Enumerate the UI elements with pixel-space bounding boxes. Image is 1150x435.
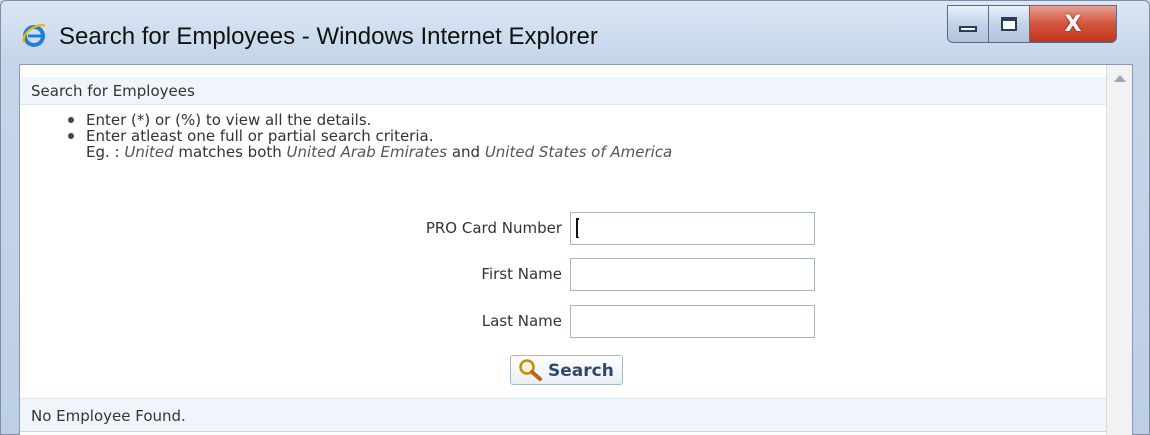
example-match-1: United Arab Emirates	[286, 143, 448, 161]
close-icon: X	[1064, 11, 1082, 37]
vertical-scrollbar[interactable]	[1106, 65, 1132, 435]
last-name-input[interactable]	[570, 305, 815, 338]
internet-explorer-icon	[22, 24, 46, 47]
example-match-2: United States of America	[484, 143, 673, 161]
instruction-item: Enter atleast one full or partial search…	[66, 128, 672, 144]
example-prefix: Eg. :	[86, 143, 125, 161]
minimize-icon	[959, 26, 977, 32]
first-name-label: First Name	[481, 265, 562, 283]
magnifier-icon	[519, 359, 542, 381]
first-name-input[interactable]	[570, 258, 815, 291]
maximize-icon	[1001, 17, 1017, 31]
instructions-list: Enter (*) or (%) to view all the details…	[66, 112, 672, 160]
close-button[interactable]: X	[1029, 5, 1117, 43]
search-button-label: Search	[548, 361, 614, 381]
scroll-up-arrow-icon[interactable]	[1114, 75, 1126, 82]
page-content: Search for Employees Enter (*) or (%) to…	[19, 64, 1133, 435]
instruction-item: Enter (*) or (%) to view all the details…	[66, 112, 672, 128]
pro-card-number-input[interactable]	[570, 212, 815, 245]
example-term: United	[124, 143, 174, 161]
content-area: Search for Employees Enter (*) or (%) to…	[20, 65, 1107, 435]
example-middle: matches both	[173, 143, 287, 161]
example-conjunction: and	[447, 143, 485, 161]
title-bar[interactable]: Search for Employees - Windows Internet …	[1, 1, 1149, 63]
first-name-row: First Name	[20, 258, 1107, 292]
pro-card-row: PRO Card Number	[20, 212, 1107, 246]
last-name-label: Last Name	[481, 312, 562, 330]
browser-window: Search for Employees - Windows Internet …	[0, 0, 1150, 435]
minimize-button[interactable]	[947, 5, 989, 43]
status-message: No Employee Found.	[31, 407, 186, 425]
text-cursor	[576, 218, 579, 238]
section-header: Search for Employees	[20, 77, 1107, 105]
page-title: Search for Employees	[31, 82, 195, 100]
maximize-button[interactable]	[988, 5, 1030, 43]
last-name-row: Last Name	[20, 305, 1107, 339]
example-text: Eg. : United matches both United Arab Em…	[66, 144, 672, 160]
search-button[interactable]: Search	[510, 355, 623, 385]
pro-card-label: PRO Card Number	[425, 219, 562, 237]
window-title: Search for Employees - Windows Internet …	[59, 23, 598, 50]
results-status-bar: No Employee Found.	[20, 398, 1107, 432]
